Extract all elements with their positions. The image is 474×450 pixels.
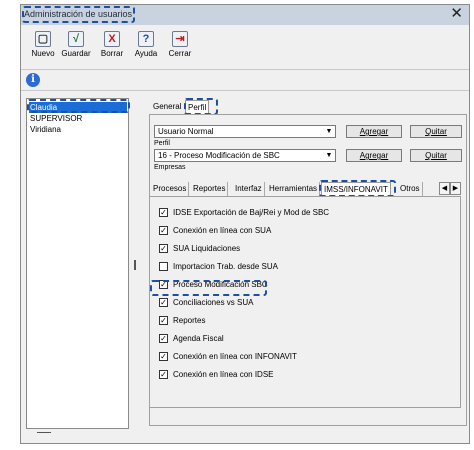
chevron-left-icon[interactable]: ◀ xyxy=(439,182,450,195)
borrar-label: Borrar xyxy=(100,49,124,58)
checkbox[interactable]: ✓ xyxy=(159,316,168,325)
perfil-label: Perfil xyxy=(154,140,170,147)
permission-label: Reportes xyxy=(173,316,206,325)
new-document-icon: ▢ xyxy=(35,31,51,47)
user-type-value: Usuario Normal xyxy=(158,127,214,136)
permission-tabs: Procesos Reportes Interfaz Herramientas … xyxy=(151,180,463,197)
permission-label: Conciliaciones vs SUA xyxy=(173,298,254,307)
cerrar-label: Cerrar xyxy=(168,49,192,58)
imss-permissions-panel: ✓ IDSE Exportación de Baj/Rei y Mod de S… xyxy=(149,196,461,408)
tab-reportes[interactable]: Reportes xyxy=(191,182,229,196)
close-icon[interactable]: ✕ xyxy=(450,6,463,22)
agregar-label-1: Agregar xyxy=(359,127,389,136)
nuevo-label: Nuevo xyxy=(31,49,55,58)
permission-label: Conexión en línea con INFONAVIT xyxy=(173,352,297,361)
tab-scroll-arrows: ◀ ▶ xyxy=(439,182,461,195)
quitar-label-1: Quitar xyxy=(425,127,447,136)
user-type-select[interactable]: Usuario Normal ▼ xyxy=(154,125,336,138)
toolbar: ▢ Nuevo √ Guardar X Borrar ? Ayuda ⇥ Cer… xyxy=(21,25,469,69)
tab-otros[interactable]: Otros xyxy=(398,182,423,196)
checkbox[interactable]: ✓ xyxy=(159,352,168,361)
agregar-button-1[interactable]: Agregar xyxy=(346,125,402,138)
exit-door-icon: ⇥ xyxy=(172,31,188,47)
delete-x-icon: X xyxy=(104,31,120,47)
perfil-value: 16 - Proceso Modificación de SBC xyxy=(158,151,280,160)
perfil-tab-highlight xyxy=(184,98,218,115)
admin-usuarios-window: Administración de usuarios ✕ ▢ Nuevo √ G… xyxy=(20,4,470,444)
guardar-button[interactable]: √ Guardar xyxy=(58,31,94,58)
user-detail-panel: General Perfil Usuario Normal ▼ Agregar … xyxy=(147,98,467,429)
imss-tab-highlight xyxy=(319,180,396,197)
checkbox[interactable]: ✓ xyxy=(159,244,168,253)
resize-grip[interactable] xyxy=(37,432,51,433)
agregar-label-2: Agregar xyxy=(359,151,389,160)
user-item-supervisor[interactable]: SUPERVISOR xyxy=(29,113,127,124)
permission-label: Importacion Trab. desde SUA xyxy=(173,262,278,271)
title-highlight xyxy=(22,6,135,23)
checkbox[interactable]: ✓ xyxy=(159,208,168,217)
tab-herramientas[interactable]: Herramientas xyxy=(267,182,321,196)
permission-label: Conexión en línea con IDSE xyxy=(173,370,274,379)
agregar-button-2[interactable]: Agregar xyxy=(346,149,402,162)
checkbox[interactable]: ✓ xyxy=(159,334,168,343)
quitar-button-1[interactable]: Quitar xyxy=(410,125,462,138)
permission-label: Conexión en línea con SUA xyxy=(173,226,272,235)
permission-label: Agenda Fiscal xyxy=(173,334,224,343)
checkmark-icon: √ xyxy=(68,31,84,47)
info-icon[interactable]: i xyxy=(26,73,40,87)
checkbox[interactable]: ✓ xyxy=(159,370,168,379)
tab-procesos[interactable]: Procesos xyxy=(151,182,190,196)
nuevo-button[interactable]: ▢ Nuevo xyxy=(25,31,61,58)
title-bar[interactable]: Administración de usuarios ✕ xyxy=(21,5,469,25)
empresas-label: Empresas xyxy=(154,164,186,171)
quitar-label-2: Quitar xyxy=(425,151,447,160)
chevron-down-icon: ▼ xyxy=(325,128,333,135)
tab-interfaz[interactable]: Interfaz xyxy=(233,182,265,196)
borrar-button[interactable]: X Borrar xyxy=(94,31,130,58)
guardar-label: Guardar xyxy=(61,49,91,58)
checkbox[interactable] xyxy=(159,262,168,271)
checkbox[interactable]: ✓ xyxy=(159,298,168,307)
chevron-down-icon: ▼ xyxy=(325,152,333,159)
checkbox[interactable]: ✓ xyxy=(159,226,168,235)
user-list[interactable]: Claudia SUPERVISOR Viridiana xyxy=(26,98,130,429)
chevron-right-icon[interactable]: ▶ xyxy=(450,182,461,195)
proceso-sbc-highlight xyxy=(150,280,267,296)
permission-label: SUA Liquidaciones xyxy=(173,244,241,253)
tab-general[interactable]: General xyxy=(151,100,183,114)
quitar-button-2[interactable]: Quitar xyxy=(410,149,462,162)
info-bar: i xyxy=(21,69,469,91)
splitter-handle[interactable] xyxy=(134,260,136,270)
user-item-viridiana[interactable]: Viridiana xyxy=(29,124,127,135)
selected-user-highlight xyxy=(27,99,130,113)
permission-label: IDSE Exportación de Baj/Rei y Mod de SBC xyxy=(173,208,330,217)
ayuda-button[interactable]: ? Ayuda xyxy=(128,31,164,58)
help-icon: ? xyxy=(138,31,154,47)
perfil-select[interactable]: 16 - Proceso Modificación de SBC ▼ xyxy=(154,149,336,162)
ayuda-label: Ayuda xyxy=(134,49,158,58)
cerrar-button[interactable]: ⇥ Cerrar xyxy=(162,31,198,58)
